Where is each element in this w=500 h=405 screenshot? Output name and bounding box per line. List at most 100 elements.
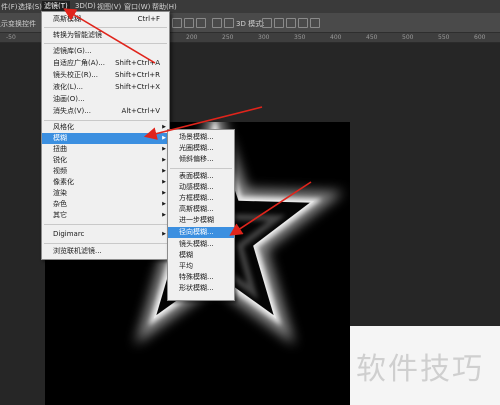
menu-item-oil-paint[interactable]: 油画(O)... bbox=[42, 94, 169, 105]
align-top-icon[interactable] bbox=[172, 18, 182, 28]
menu-item-label: 镜头校正(R)... bbox=[53, 71, 99, 79]
menu-separator bbox=[44, 224, 167, 225]
menu-item-label: 高斯模糊 bbox=[53, 15, 81, 23]
menu-item-last-filter[interactable]: 高斯模糊 Ctrl+F bbox=[42, 14, 169, 25]
submenu-item-average[interactable]: 平均 bbox=[168, 261, 234, 272]
submenu-item-iris-blur[interactable]: 光圈模糊... bbox=[168, 143, 234, 154]
menu-item-label: 浏览联机滤镜... bbox=[53, 247, 102, 255]
shortcut-label: Shift+Ctrl+X bbox=[115, 83, 160, 91]
submenu-item-motion-blur[interactable]: 动感模糊... bbox=[168, 182, 234, 193]
menu-item-label: 表面模糊... bbox=[179, 172, 214, 180]
menu-item-label: 油画(O)... bbox=[53, 95, 85, 103]
ruler-tick: 200 bbox=[186, 34, 198, 41]
menu-separator bbox=[170, 168, 232, 169]
menu-item-noise[interactable]: 杂色 ▶ bbox=[42, 199, 169, 210]
align-center-icon[interactable] bbox=[224, 18, 234, 28]
3d-roll-icon[interactable] bbox=[274, 18, 284, 28]
submenu-arrow-icon: ▶ bbox=[162, 212, 166, 218]
menu-item-label: 液化(L)... bbox=[53, 83, 84, 91]
submenu-item-box-blur[interactable]: 方框模糊... bbox=[168, 193, 234, 204]
submenu-arrow-icon: ▶ bbox=[162, 157, 166, 163]
menu-item-browse-filters-online[interactable]: 浏览联机滤镜... bbox=[42, 246, 169, 257]
menu-item-liquify[interactable]: 液化(L)... Shift+Ctrl+X bbox=[42, 82, 169, 93]
3d-mode-label: 3D 模式: bbox=[236, 20, 265, 28]
menu-item-render[interactable]: 渲染 ▶ bbox=[42, 188, 169, 199]
menu-separator bbox=[44, 43, 167, 44]
3d-pan-icon[interactable] bbox=[286, 18, 296, 28]
submenu-arrow-icon: ▶ bbox=[162, 146, 166, 152]
menu-item-sharpen[interactable]: 锐化 ▶ bbox=[42, 155, 169, 166]
menu-item-label: 转换为智能滤镜 bbox=[53, 31, 102, 39]
align-bottom-icon[interactable] bbox=[196, 18, 206, 28]
ruler-tick: 350 bbox=[294, 34, 306, 41]
submenu-item-surface-blur[interactable]: 表面模糊... bbox=[168, 171, 234, 182]
menu-item-distort[interactable]: 扭曲 ▶ bbox=[42, 144, 169, 155]
submenu-item-tilt-shift[interactable]: 倾斜偏移... bbox=[168, 154, 234, 165]
submenu-arrow-icon: ▶ bbox=[162, 179, 166, 185]
ruler-tick: 550 bbox=[438, 34, 450, 41]
menu-item-other[interactable]: 其它 ▶ bbox=[42, 210, 169, 221]
menu-item-label: 其它 bbox=[53, 211, 67, 219]
submenu-arrow-icon: ▶ bbox=[162, 201, 166, 207]
submenu-item-shape-blur[interactable]: 形状模糊... bbox=[168, 283, 234, 294]
ruler-tick: 450 bbox=[366, 34, 378, 41]
submenu-arrow-icon: ▶ bbox=[162, 135, 166, 141]
menu-3d[interactable]: 3D(D) bbox=[75, 2, 96, 10]
menu-item-label: 镜头模糊... bbox=[179, 240, 214, 248]
menu-item-label: 形状模糊... bbox=[179, 284, 214, 292]
align-middle-icon[interactable] bbox=[184, 18, 194, 28]
menu-item-label: 渲染 bbox=[53, 189, 67, 197]
3d-scale-icon[interactable] bbox=[310, 18, 320, 28]
menu-item-lens-correction[interactable]: 镜头校正(R)... Shift+Ctrl+R bbox=[42, 70, 169, 81]
submenu-item-blur-more[interactable]: 进一步模糊 bbox=[168, 215, 234, 226]
shortcut-label: Alt+Ctrl+V bbox=[121, 107, 160, 115]
menu-item-label: 高斯模糊... bbox=[179, 205, 214, 213]
menu-item-filter-gallery[interactable]: 滤镜库(G)... bbox=[42, 46, 169, 57]
menu-item-vanishing-point[interactable]: 消失点(V)... Alt+Ctrl+V bbox=[42, 106, 169, 117]
align-left-icon[interactable] bbox=[212, 18, 222, 28]
submenu-item-smart-blur[interactable]: 特殊模糊... bbox=[168, 272, 234, 283]
submenu-item-radial-blur[interactable]: 径向模糊... bbox=[168, 227, 234, 238]
submenu-item-blur[interactable]: 模糊 bbox=[168, 250, 234, 261]
menu-item-label: 滤镜库(G)... bbox=[53, 47, 92, 55]
submenu-item-field-blur[interactable]: 场景模糊... bbox=[168, 132, 234, 143]
menu-item-label: 径向模糊... bbox=[179, 228, 214, 236]
watermark: 软件技巧 bbox=[350, 326, 500, 405]
ruler-tick: 300 bbox=[258, 34, 270, 41]
menu-item-stylize[interactable]: 风格化 ▶ bbox=[42, 122, 169, 133]
menu-separator bbox=[44, 120, 167, 121]
menu-item-convert-smart-filter[interactable]: 转换为智能滤镜 bbox=[42, 30, 169, 41]
menu-file[interactable]: 件(F) bbox=[1, 2, 18, 12]
menu-item-adaptive-wide-angle[interactable]: 自适应广角(A)... Shift+Ctrl+A bbox=[42, 58, 169, 69]
3d-slide-icon[interactable] bbox=[298, 18, 308, 28]
menu-item-label: 倾斜偏移... bbox=[179, 155, 214, 163]
shortcut-label: Shift+Ctrl+A bbox=[115, 59, 160, 67]
menu-item-label: 视频 bbox=[53, 167, 67, 175]
show-transform-controls-label[interactable]: 显示变换控件 bbox=[0, 19, 36, 29]
menu-item-digimarc[interactable]: Digimarc ▶ bbox=[42, 229, 169, 240]
menu-item-label: 动感模糊... bbox=[179, 183, 214, 191]
menu-item-label: 消失点(V)... bbox=[53, 107, 91, 115]
menu-item-label: 平均 bbox=[179, 262, 193, 270]
menu-item-label: 特殊模糊... bbox=[179, 273, 214, 281]
menu-item-label: 杂色 bbox=[53, 200, 67, 208]
menu-item-label: 光圈模糊... bbox=[179, 144, 214, 152]
menu-select[interactable]: 选择(S) bbox=[18, 2, 42, 12]
ruler-tick: -50 bbox=[6, 34, 16, 41]
shortcut-label: Shift+Ctrl+R bbox=[115, 71, 160, 79]
menu-item-label: 方框模糊... bbox=[179, 194, 214, 202]
submenu-arrow-icon: ▶ bbox=[162, 168, 166, 174]
submenu-item-gaussian-blur[interactable]: 高斯模糊... bbox=[168, 204, 234, 215]
menu-item-label: 像素化 bbox=[53, 178, 74, 186]
3d-rotate-icon[interactable] bbox=[262, 18, 272, 28]
menu-item-pixelate[interactable]: 像素化 ▶ bbox=[42, 177, 169, 188]
submenu-arrow-icon: ▶ bbox=[162, 124, 166, 130]
menu-item-label: Digimarc bbox=[53, 230, 85, 238]
menu-separator bbox=[44, 27, 167, 28]
menu-item-video[interactable]: 视频 ▶ bbox=[42, 166, 169, 177]
ruler-tick: 250 bbox=[222, 34, 234, 41]
menu-item-blur[interactable]: 模糊 ▶ bbox=[42, 133, 169, 144]
submenu-item-lens-blur[interactable]: 镜头模糊... bbox=[168, 239, 234, 250]
menu-item-label: 进一步模糊 bbox=[179, 216, 214, 224]
ruler-tick: 500 bbox=[402, 34, 414, 41]
